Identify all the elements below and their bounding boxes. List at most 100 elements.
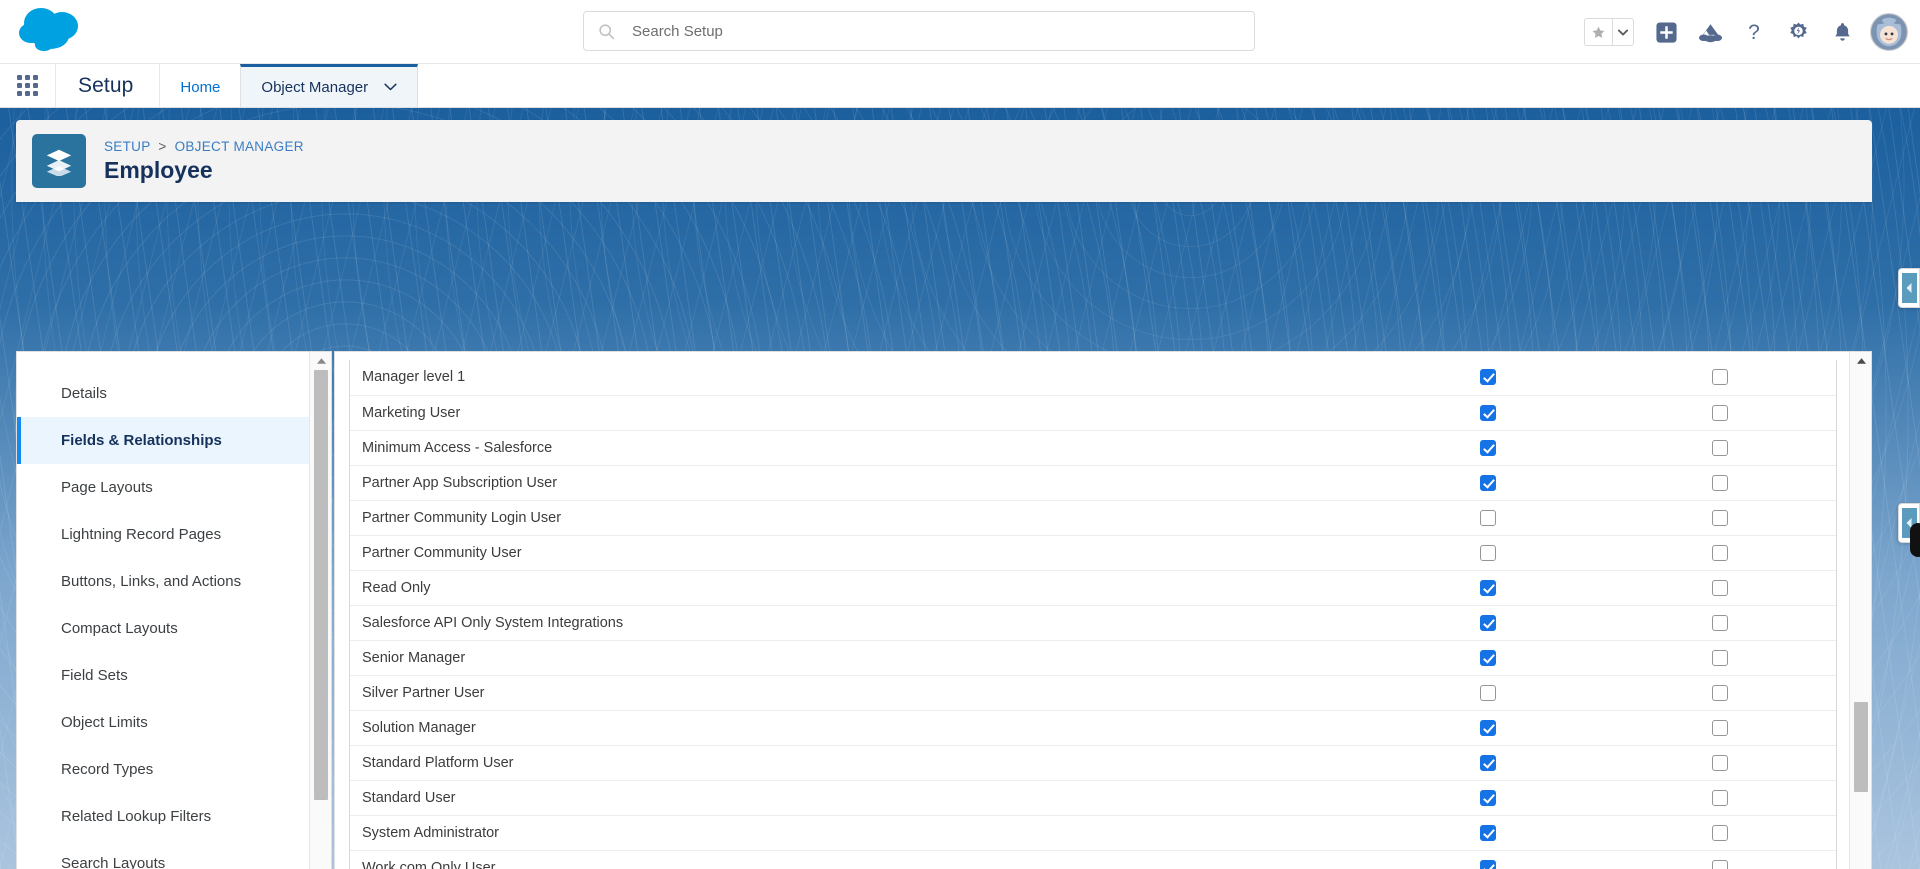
sidebar-item-search-layouts[interactable]: Search Layouts bbox=[17, 840, 331, 869]
sidebar-item-buttons-links-and-actions[interactable]: Buttons, Links, and Actions bbox=[17, 558, 331, 605]
visible-checkbox[interactable] bbox=[1480, 439, 1496, 456]
read-only-checkbox[interactable] bbox=[1712, 404, 1728, 421]
sidebar-scrollbar[interactable] bbox=[309, 352, 331, 869]
sidebar-item-details[interactable]: Details bbox=[17, 370, 331, 417]
notifications-bell-icon[interactable] bbox=[1820, 10, 1864, 54]
read-only-checkbox[interactable] bbox=[1712, 754, 1728, 771]
sidebar-scroll-thumb[interactable] bbox=[314, 370, 328, 800]
visible-checkbox[interactable] bbox=[1480, 649, 1496, 666]
main-scrollbar[interactable] bbox=[1849, 352, 1871, 869]
table-row: Work.com Only User bbox=[350, 850, 1836, 869]
read-only-checkbox[interactable] bbox=[1712, 579, 1728, 596]
breadcrumb-setup[interactable]: SETUP bbox=[104, 139, 150, 154]
profile-name-cell: Marketing User bbox=[350, 395, 1372, 431]
read-only-cell bbox=[1604, 640, 1836, 676]
profile-name-cell: Manager level 1 bbox=[350, 360, 1372, 396]
visible-checkbox[interactable] bbox=[1480, 614, 1496, 631]
visible-cell bbox=[1372, 745, 1604, 781]
search-input[interactable] bbox=[632, 22, 1192, 40]
search-box[interactable] bbox=[583, 11, 1255, 51]
read-only-checkbox[interactable] bbox=[1712, 614, 1728, 631]
sidebar-item-field-sets[interactable]: Field Sets bbox=[17, 652, 331, 699]
read-only-checkbox[interactable] bbox=[1712, 684, 1728, 701]
setup-navigation-bar: Setup Home Object Manager bbox=[0, 64, 1920, 108]
table-row: Senior Manager bbox=[350, 640, 1836, 676]
breadcrumb: SETUP > OBJECT MANAGER bbox=[104, 139, 304, 154]
tab-object-manager[interactable]: Object Manager bbox=[240, 64, 419, 107]
visible-cell bbox=[1372, 640, 1604, 676]
sidebar-item-related-lookup-filters[interactable]: Related Lookup Filters bbox=[17, 793, 331, 840]
sidebar-item-lightning-record-pages[interactable]: Lightning Record Pages bbox=[17, 511, 331, 558]
read-only-checkbox[interactable] bbox=[1712, 439, 1728, 456]
salesforce-cloud-logo[interactable] bbox=[14, 3, 88, 55]
add-icon[interactable] bbox=[1644, 10, 1688, 54]
sidebar-item-label: Object Limits bbox=[61, 714, 148, 731]
breadcrumb-object-manager[interactable]: OBJECT MANAGER bbox=[175, 139, 304, 154]
tab-home[interactable]: Home bbox=[160, 64, 240, 107]
setup-gear-icon[interactable] bbox=[1776, 10, 1820, 54]
read-only-checkbox[interactable] bbox=[1712, 649, 1728, 666]
header-icon-group: ? bbox=[1584, 0, 1908, 64]
read-only-checkbox[interactable] bbox=[1712, 789, 1728, 806]
visible-checkbox[interactable] bbox=[1480, 369, 1496, 386]
chevron-down-icon[interactable] bbox=[384, 83, 397, 91]
tab-home-label: Home bbox=[180, 78, 221, 96]
visible-checkbox[interactable] bbox=[1480, 544, 1496, 561]
read-only-checkbox[interactable] bbox=[1712, 474, 1728, 491]
main-scroll-thumb[interactable] bbox=[1854, 702, 1868, 792]
read-only-cell bbox=[1604, 815, 1836, 851]
setup-title: Setup bbox=[56, 64, 161, 107]
app-launcher-waffle-icon[interactable] bbox=[0, 64, 56, 107]
profile-name-cell: Standard Platform User bbox=[350, 745, 1372, 781]
profiles-table: Manager level 1 Marketing User Minimum Acc… bbox=[350, 360, 1836, 869]
profile-name-cell: Partner Community User bbox=[350, 535, 1372, 571]
user-avatar[interactable] bbox=[1870, 13, 1908, 51]
table-row: Standard Platform User bbox=[350, 745, 1836, 781]
scroll-up-arrow-icon[interactable] bbox=[310, 352, 331, 370]
visible-checkbox[interactable] bbox=[1480, 509, 1496, 526]
visible-checkbox[interactable] bbox=[1480, 404, 1496, 421]
read-only-checkbox[interactable] bbox=[1712, 719, 1728, 736]
read-only-checkbox[interactable] bbox=[1712, 544, 1728, 561]
sidebar-item-record-types[interactable]: Record Types bbox=[17, 746, 331, 793]
sidebar-item-page-layouts[interactable]: Page Layouts bbox=[17, 464, 331, 511]
read-only-checkbox[interactable] bbox=[1712, 509, 1728, 526]
visible-cell bbox=[1372, 605, 1604, 641]
read-only-cell bbox=[1604, 500, 1836, 536]
read-only-checkbox[interactable] bbox=[1712, 859, 1728, 869]
visible-checkbox[interactable] bbox=[1480, 859, 1496, 869]
visible-cell bbox=[1372, 570, 1604, 606]
scroll-up-arrow-icon[interactable] bbox=[1850, 352, 1871, 370]
favorites-star-icon[interactable] bbox=[1584, 18, 1612, 46]
visible-checkbox[interactable] bbox=[1480, 789, 1496, 806]
svg-text:?: ? bbox=[1748, 21, 1760, 44]
sidebar-item-object-limits[interactable]: Object Limits bbox=[17, 699, 331, 746]
table-row: Solution Manager bbox=[350, 710, 1836, 746]
visible-checkbox[interactable] bbox=[1480, 579, 1496, 596]
visible-checkbox[interactable] bbox=[1480, 824, 1496, 841]
profile-name-cell: System Administrator bbox=[350, 815, 1372, 851]
visible-checkbox[interactable] bbox=[1480, 754, 1496, 771]
favorites-dropdown-icon[interactable] bbox=[1612, 18, 1634, 46]
visible-checkbox[interactable] bbox=[1480, 474, 1496, 491]
sidebar-item-compact-layouts[interactable]: Compact Layouts bbox=[17, 605, 331, 652]
sidebar-item-fields-relationships[interactable]: Fields & Relationships bbox=[17, 417, 331, 464]
read-only-cell bbox=[1604, 430, 1836, 466]
sidebar-item-list: Details Fields & Relationships Page Layout… bbox=[17, 352, 331, 869]
visible-cell bbox=[1372, 815, 1604, 851]
read-only-checkbox[interactable] bbox=[1712, 824, 1728, 841]
read-only-cell bbox=[1604, 535, 1836, 571]
learning-cloud-icon[interactable] bbox=[1688, 10, 1732, 54]
read-only-cell bbox=[1604, 710, 1836, 746]
table-row: Minimum Access - Salesforce bbox=[350, 430, 1836, 466]
visible-checkbox[interactable] bbox=[1480, 684, 1496, 701]
utility-panel-collapse-top[interactable] bbox=[1898, 268, 1920, 308]
page-title: Employee bbox=[104, 156, 213, 183]
visible-cell bbox=[1372, 850, 1604, 869]
read-only-checkbox[interactable] bbox=[1712, 369, 1728, 386]
help-icon[interactable]: ? bbox=[1732, 10, 1776, 54]
profile-name-cell: Senior Manager bbox=[350, 640, 1372, 676]
read-only-cell bbox=[1604, 465, 1836, 501]
visible-checkbox[interactable] bbox=[1480, 719, 1496, 736]
sidebar-item-label: Page Layouts bbox=[61, 479, 153, 496]
